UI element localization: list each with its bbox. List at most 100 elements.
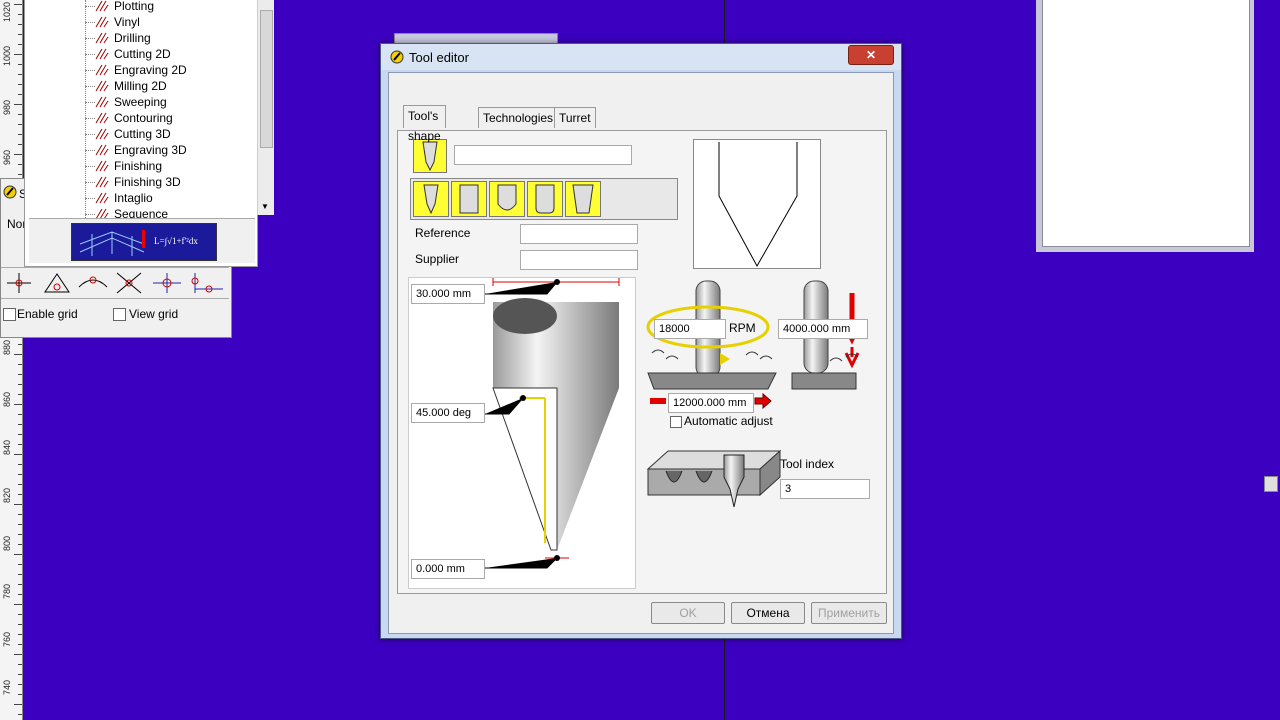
tool-type-conical-icon[interactable] — [413, 181, 449, 217]
scroll-thumb[interactable] — [1264, 476, 1278, 492]
apply-button[interactable]: Применить — [811, 602, 887, 624]
ruler-tick — [18, 484, 22, 485]
cancel-button[interactable]: Отмена — [731, 602, 805, 624]
ok-button[interactable]: OK — [651, 602, 725, 624]
view-grid-checkbox[interactable] — [113, 308, 126, 321]
tool-index-field[interactable]: 3 — [780, 479, 870, 499]
ruler-tick — [14, 154, 22, 155]
tree-connector — [85, 70, 95, 71]
right-panel-frame — [1036, 0, 1254, 252]
tree-item-label: Cutting 2D — [114, 47, 171, 61]
tool-name-field[interactable] — [454, 145, 632, 165]
ruler-tick — [14, 354, 22, 355]
tree-scroll-thumb[interactable] — [260, 10, 273, 148]
snap-point-icon[interactable] — [3, 271, 35, 295]
ruler-tick — [18, 84, 22, 85]
ruler-tick — [18, 394, 22, 395]
spindle-speed-field[interactable]: 18000 — [654, 319, 726, 339]
ruler-tick — [14, 104, 22, 105]
tree-scrollbar[interactable]: ▼ — [257, 0, 274, 215]
enable-grid-checkbox[interactable] — [3, 308, 16, 321]
ruler-tick — [18, 444, 22, 445]
tool-type-flat-icon[interactable] — [451, 181, 487, 217]
tool-type-ball-icon[interactable] — [489, 181, 525, 217]
technology-icon — [95, 80, 109, 92]
tab-tools-shape[interactable]: Tool's shape — [403, 105, 446, 143]
ruler-tick — [18, 344, 22, 345]
snap-grid-icon[interactable] — [189, 271, 225, 295]
ruler-tick — [14, 554, 22, 555]
close-button[interactable]: ✕ — [848, 45, 894, 65]
ruler-tick — [18, 134, 22, 135]
reference-field[interactable] — [520, 224, 638, 244]
ruler-tick — [18, 94, 22, 95]
tree-item-label: Contouring — [114, 111, 173, 125]
technology-icon — [95, 0, 109, 12]
ruler-tick — [18, 624, 22, 625]
tree-item-label: Finishing 3D — [114, 175, 181, 189]
ruler-label: 860 — [2, 392, 12, 408]
tool-editor-dialog: Tool editor ✕ Tool's shape Technologies … — [380, 43, 902, 639]
tree-item-label: Cutting 3D — [114, 127, 171, 141]
ruler-label: 980 — [2, 100, 12, 116]
supplier-field[interactable] — [520, 250, 638, 270]
tab-turret[interactable]: Turret — [554, 107, 596, 128]
ruler-tick — [14, 604, 22, 605]
technology-tree: Plotting Vinyl Drilling Cutting 2D Engraving… — [24, 0, 274, 267]
tree-item-label: Intaglio — [114, 191, 153, 205]
tree-connector — [85, 54, 95, 55]
ruler-tick — [18, 124, 22, 125]
snap-center-icon[interactable] — [151, 271, 183, 295]
snap-toolbar — [1, 267, 229, 299]
technology-icon — [95, 16, 109, 28]
ruler-tick — [18, 364, 22, 365]
tree-connector — [85, 198, 95, 199]
snap-intersection-icon[interactable] — [113, 271, 145, 295]
tip-field[interactable]: 0.000 mm — [411, 559, 485, 579]
tab-technologies[interactable]: Technologies — [478, 107, 559, 128]
ruler-label: 960 — [2, 150, 12, 166]
tree-connector — [85, 214, 95, 215]
diameter-field[interactable]: 30.000 mm — [411, 284, 485, 304]
automatic-adjust-checkbox[interactable] — [670, 416, 682, 428]
ruler-tick — [18, 74, 22, 75]
technology-icon — [95, 112, 109, 124]
svg-text:L=∫√1+f'²dx: L=∫√1+f'²dx — [154, 236, 198, 247]
tool-type-bull-icon[interactable] — [527, 181, 563, 217]
enable-grid-label: Enable grid — [17, 307, 78, 321]
angle-field[interactable]: 45.000 deg — [411, 403, 485, 423]
tool-type-taper-icon[interactable] — [565, 181, 601, 217]
turret-illustration — [646, 449, 782, 515]
supplier-label: Supplier — [415, 252, 460, 266]
snap-curve-icon[interactable] — [77, 271, 109, 295]
tree-item-label: Milling 2D — [114, 79, 167, 93]
snap-triangle-icon[interactable] — [41, 271, 73, 295]
scroll-down-icon[interactable]: ▼ — [261, 202, 269, 211]
tree-connector — [85, 166, 95, 167]
feed-rate-field[interactable]: 12000.000 mm — [668, 393, 754, 413]
technology-icon — [95, 64, 109, 76]
tree-connector — [85, 182, 95, 183]
dialog-titlebar: Tool editor ✕ — [381, 44, 901, 70]
tree-item-label: Sweeping — [114, 95, 167, 109]
right-panel — [1042, 0, 1250, 247]
tree-connector — [85, 6, 95, 7]
ruler-tick — [14, 454, 22, 455]
right-edge — [1262, 0, 1280, 720]
view-grid-label: View grid — [129, 307, 179, 321]
tree-connector — [85, 38, 95, 39]
tool-type-strip — [410, 178, 678, 220]
formula-preview-icon: L=∫√1+f'²dx — [71, 223, 217, 261]
ruler-tick — [14, 404, 22, 405]
technology-icon — [95, 192, 109, 204]
technology-icon — [95, 176, 109, 188]
ruler-tick — [18, 114, 22, 115]
plunge-feed-field[interactable]: 4000.000 mm — [778, 319, 868, 339]
tree-connector — [85, 102, 95, 103]
ruler-tick — [14, 4, 22, 5]
ruler-tick — [18, 614, 22, 615]
tree-item-label: Drilling — [114, 31, 151, 45]
tree-connector — [85, 118, 95, 119]
ruler-tick — [18, 674, 22, 675]
ruler-tick — [18, 584, 22, 585]
